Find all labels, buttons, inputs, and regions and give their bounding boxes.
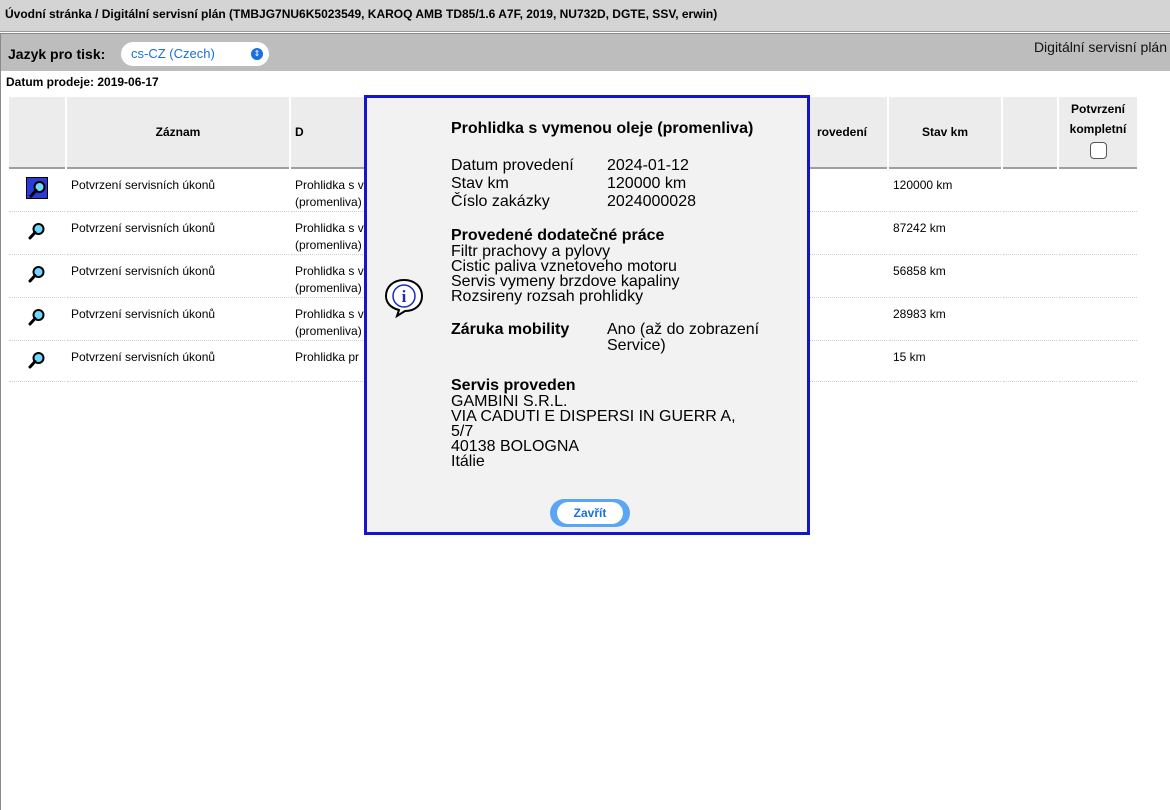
detail-km: Stav km 120000 km — [451, 175, 687, 192]
close-button[interactable]: Zavřít — [550, 499, 630, 527]
detail-date: Datum provedení 2024-01-12 — [451, 157, 689, 174]
dialog-content: Prohlidka s vymenou oleje (promenliva) D… — [451, 120, 791, 470]
header-blank — [1003, 97, 1057, 169]
close-button-wrap: Zavřít — [548, 495, 632, 529]
header-confirm-line2: kompletní — [1069, 122, 1127, 136]
header-icon — [9, 97, 65, 169]
breadcrumb-title: Úvodní stránka / Digitální servisní plán… — [0, 0, 1170, 32]
mobility-guarantee: Záruka mobility Ano (až do zobrazení Ser… — [451, 321, 760, 354]
row-km: 15 km — [889, 341, 1001, 382]
row-km: 56858 km — [889, 255, 1001, 298]
header-km: Stav km — [889, 97, 1001, 169]
row-description: Prohlidka s v (promenliva) — [291, 212, 369, 255]
print-language-label: Jazyk pro tisk: — [8, 46, 106, 62]
extra-work-item: Servis vymeny brzdove kapaliny — [451, 273, 680, 290]
row-record: Potvrzení servisních úkonů — [67, 298, 289, 341]
service-provider-title: Servis proveden — [451, 377, 576, 394]
dialog-title: Prohlidka s vymenou oleje (promenliva) — [451, 120, 754, 137]
header-record: Záznam — [67, 97, 289, 169]
row-record: Potvrzení servisních úkonů — [67, 212, 289, 255]
header-description: D — [291, 97, 369, 169]
service-provider-line: VIA CADUTI E DISPERSI IN GUERR A, — [451, 408, 736, 425]
detail-order-number: Číslo zakázky 2024000028 — [451, 193, 696, 210]
row-km: 28983 km — [889, 298, 1001, 341]
service-provider-line: 5/7 — [451, 423, 474, 440]
header-confirm-line1: Potvrzení — [1070, 102, 1125, 116]
row-description: Prohlidka s v (promenliva) — [291, 298, 369, 341]
row-description: Prohlidka s v (promenliva) — [291, 169, 369, 212]
row-record: Potvrzení servisních úkonů — [67, 255, 289, 298]
close-button-label: Zavřít — [557, 502, 623, 524]
row-record: Potvrzení servisních úkonů — [67, 169, 289, 212]
magnifier-icon[interactable] — [26, 177, 48, 199]
service-detail-dialog: i Prohlidka s vymenou oleje (promenliva)… — [364, 95, 810, 535]
magnifier-icon[interactable] — [26, 349, 48, 371]
toolbar: Jazyk pro tisk: cs-CZ (Czech) ⇕ Digitáln… — [1, 33, 1170, 71]
service-provider-line: 40138 BOLOGNA — [451, 438, 580, 455]
row-description: Prohlidka s v (promenliva) — [291, 255, 369, 298]
confirm-all-checkbox[interactable] — [1089, 142, 1107, 159]
extra-work-title: Provedené dodatečné práce — [451, 227, 665, 244]
sale-date: Datum prodeje: 2019-06-17 — [6, 75, 159, 89]
svg-text:i: i — [402, 287, 407, 306]
service-provider-line: Itálie — [451, 453, 485, 470]
row-description: Prohlidka pr — [291, 341, 369, 382]
print-language-select[interactable]: cs-CZ (Czech) ⇕ — [121, 42, 269, 66]
page-title: Digitální servisní plán — [1033, 39, 1167, 55]
service-provider-line: GAMBINI S.R.L. — [451, 393, 568, 410]
row-km: 120000 km — [889, 169, 1001, 212]
extra-work-item: Cistic paliva vznetoveho motoru — [451, 258, 677, 275]
print-language-value: cs-CZ (Czech) — [131, 46, 215, 61]
magnifier-icon[interactable] — [26, 220, 48, 242]
magnifier-icon[interactable] — [26, 263, 48, 285]
extra-work-item: Rozsireny rozsah prohlidky — [451, 288, 644, 305]
magnifier-icon[interactable] — [26, 306, 48, 328]
row-km: 87242 km — [889, 212, 1001, 255]
row-record: Potvrzení servisních úkonů — [67, 341, 289, 382]
select-arrows-icon: ⇕ — [251, 48, 263, 60]
extra-work-item: Filtr prachovy a pylovy — [451, 243, 611, 260]
header-confirm: Potvrzení kompletní — [1059, 97, 1137, 169]
info-icon: i — [383, 278, 425, 323]
